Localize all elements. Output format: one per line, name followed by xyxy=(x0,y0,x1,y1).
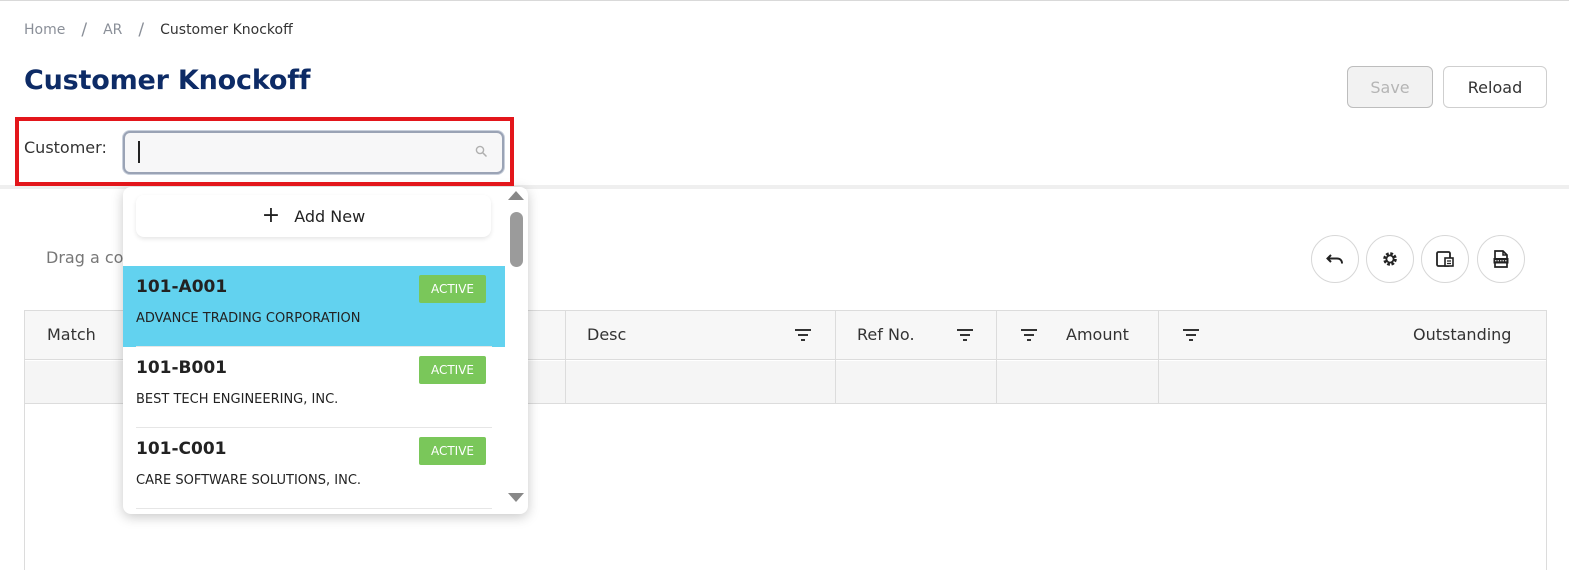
customer-name: CARE SOFTWARE SOLUTIONS, INC. xyxy=(136,473,362,488)
scrollbar-thumb[interactable] xyxy=(510,212,523,267)
scroll-down-arrow-icon[interactable] xyxy=(508,493,524,502)
customer-code: 101-C001 xyxy=(136,439,227,459)
add-new-label: Add New xyxy=(294,206,366,226)
filter-icon[interactable] xyxy=(794,328,812,342)
export-icon xyxy=(1493,250,1509,268)
filter-icon[interactable] xyxy=(956,328,974,342)
column-chooser-button[interactable] xyxy=(1421,235,1469,283)
column-header-desc[interactable]: Desc xyxy=(587,325,626,344)
breadcrumb-current: Customer Knockoff xyxy=(160,22,293,38)
column-chooser-icon xyxy=(1436,251,1454,267)
breadcrumb: Home / AR / Customer Knockoff xyxy=(24,20,293,40)
undo-button[interactable] xyxy=(1311,235,1359,283)
option-divider xyxy=(136,508,492,509)
breadcrumb-separator: / xyxy=(138,20,145,40)
customer-name: ADVANCE TRADING CORPORATION xyxy=(136,311,361,326)
column-separator xyxy=(835,311,836,404)
customer-option[interactable]: 101-C001 ACTIVE CARE SOFTWARE SOLUTIONS,… xyxy=(123,428,505,509)
breadcrumb-separator: / xyxy=(81,20,88,40)
column-separator xyxy=(996,311,997,404)
filter-icon[interactable] xyxy=(1182,328,1200,342)
customer-name: BEST TECH ENGINEERING, INC. xyxy=(136,392,339,407)
column-header-match[interactable]: Match xyxy=(47,325,96,344)
customer-option[interactable]: 101-A001 ACTIVE ADVANCE TRADING CORPORAT… xyxy=(123,266,505,347)
reload-button[interactable]: Reload xyxy=(1443,66,1547,108)
save-button[interactable]: Save xyxy=(1347,66,1433,108)
column-header-amount[interactable]: Amount xyxy=(1066,325,1129,344)
customer-code: 101-A001 xyxy=(136,277,228,297)
scroll-up-arrow-icon[interactable] xyxy=(508,191,524,200)
gear-icon xyxy=(1383,252,1397,266)
column-header-outstanding[interactable]: Outstanding xyxy=(1413,325,1511,344)
breadcrumb-ar[interactable]: AR xyxy=(103,22,122,38)
customer-code: 101-B001 xyxy=(136,358,227,378)
group-panel-hint: Drag a co xyxy=(46,248,124,267)
status-badge: ACTIVE xyxy=(419,437,486,465)
column-separator xyxy=(1158,311,1159,404)
plus-icon: + xyxy=(261,203,281,228)
status-badge: ACTIVE xyxy=(419,275,486,303)
filter-icon[interactable] xyxy=(1020,328,1038,342)
column-header-ref-no[interactable]: Ref No. xyxy=(857,325,915,344)
breadcrumb-home[interactable]: Home xyxy=(24,22,65,38)
status-badge: ACTIVE xyxy=(419,356,486,384)
page-title: Customer Knockoff xyxy=(24,65,311,96)
settings-button[interactable] xyxy=(1366,235,1414,283)
export-button[interactable] xyxy=(1477,235,1525,283)
add-new-button[interactable]: + Add New xyxy=(136,195,491,237)
column-separator xyxy=(565,311,566,404)
highlight-annotation xyxy=(15,117,514,186)
undo-icon xyxy=(1326,254,1343,264)
customer-option[interactable]: 101-B001 ACTIVE BEST TECH ENGINEERING, I… xyxy=(123,347,505,428)
